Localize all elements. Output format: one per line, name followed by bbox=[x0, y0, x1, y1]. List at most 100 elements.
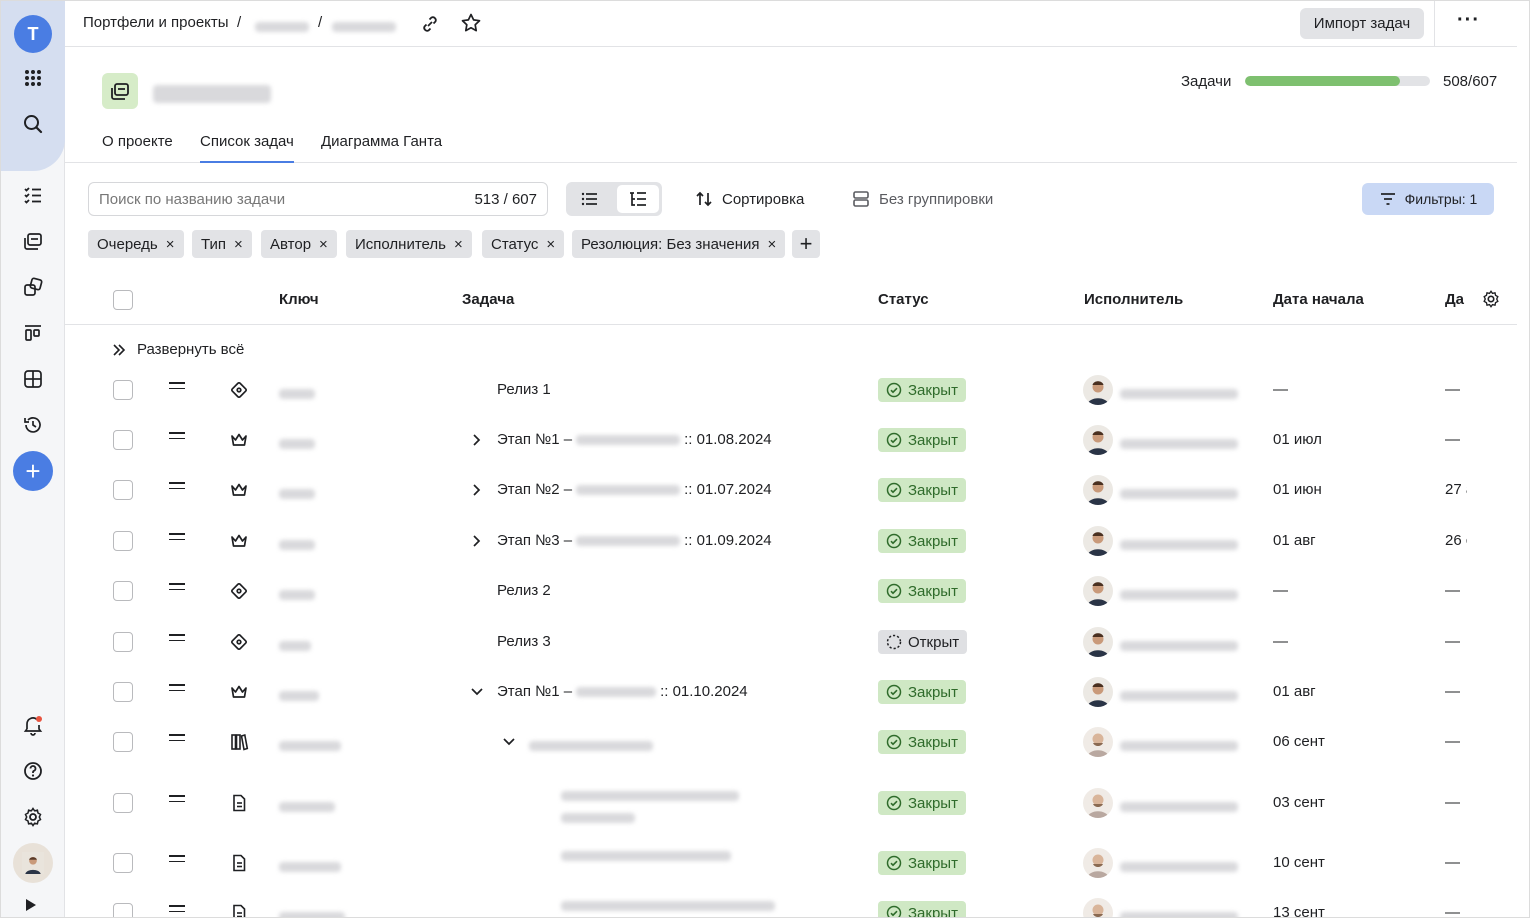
assignee-name[interactable] bbox=[1120, 798, 1238, 815]
settings-icon[interactable] bbox=[13, 797, 53, 837]
drag-handle-icon[interactable] bbox=[169, 630, 185, 645]
breadcrumb-portfolio[interactable] bbox=[255, 18, 309, 35]
drag-handle-icon[interactable] bbox=[169, 901, 185, 916]
expand-all-button[interactable]: Развернуть всё bbox=[111, 341, 244, 358]
create-button[interactable]: + bbox=[13, 451, 53, 491]
projects-icon[interactable] bbox=[13, 267, 53, 307]
apps-grid-icon[interactable] bbox=[13, 58, 53, 98]
tree-view-button[interactable] bbox=[617, 185, 659, 213]
notifications-icon[interactable] bbox=[13, 705, 53, 745]
drag-handle-icon[interactable] bbox=[169, 378, 185, 393]
chip-close-icon[interactable]: × bbox=[234, 236, 243, 253]
task-title[interactable]: Релиз 1 bbox=[497, 381, 551, 398]
row-checkbox[interactable] bbox=[113, 581, 133, 601]
status-badge[interactable]: Открыт bbox=[878, 630, 968, 654]
tab-gantt[interactable]: Диаграмма Ганта bbox=[321, 133, 442, 163]
column-status[interactable]: Статус bbox=[878, 291, 929, 308]
search-icon[interactable] bbox=[13, 104, 53, 144]
task-key[interactable] bbox=[279, 737, 341, 754]
drag-handle-icon[interactable] bbox=[169, 428, 185, 443]
task-key[interactable] bbox=[279, 908, 345, 917]
tab-about[interactable]: О проекте bbox=[102, 133, 173, 163]
assignee-name[interactable] bbox=[1120, 858, 1238, 875]
chip-close-icon[interactable]: × bbox=[546, 236, 555, 253]
row-checkbox[interactable] bbox=[113, 531, 133, 551]
assignee-name[interactable] bbox=[1120, 687, 1238, 704]
status-badge[interactable]: Закрыт bbox=[878, 680, 966, 704]
chip-author[interactable]: Автор × bbox=[261, 230, 337, 258]
dashboards-icon[interactable] bbox=[13, 359, 53, 399]
assignee-name[interactable] bbox=[1120, 536, 1238, 553]
task-key[interactable] bbox=[279, 536, 315, 553]
column-task[interactable]: Задача bbox=[462, 291, 514, 308]
assignee-name[interactable] bbox=[1120, 737, 1238, 754]
copy-link-icon[interactable] bbox=[419, 13, 441, 38]
status-badge[interactable]: Закрыт bbox=[878, 428, 966, 452]
task-title[interactable]: Релиз 3 bbox=[497, 633, 551, 650]
column-key[interactable]: Ключ bbox=[279, 291, 319, 308]
status-badge[interactable]: Закрыт bbox=[878, 478, 966, 502]
task-key[interactable] bbox=[279, 385, 315, 402]
grouping-button[interactable]: Без группировки bbox=[851, 189, 993, 209]
expand-row-icon[interactable] bbox=[469, 482, 485, 502]
tracker-logo[interactable]: T bbox=[14, 15, 52, 53]
task-list-icon[interactable] bbox=[13, 175, 53, 215]
row-checkbox[interactable] bbox=[113, 430, 133, 450]
expand-row-icon[interactable] bbox=[469, 432, 485, 452]
task-key[interactable] bbox=[279, 485, 315, 502]
assignee-name[interactable] bbox=[1120, 586, 1238, 603]
task-key[interactable] bbox=[279, 435, 315, 452]
status-badge[interactable]: Закрыт bbox=[878, 378, 966, 402]
chip-resolution[interactable]: Резолюция: Без значения × bbox=[572, 230, 786, 258]
assignee-name[interactable] bbox=[1120, 637, 1238, 654]
row-checkbox[interactable] bbox=[113, 480, 133, 500]
task-key[interactable] bbox=[279, 858, 341, 875]
help-icon[interactable] bbox=[13, 751, 53, 791]
row-checkbox[interactable] bbox=[113, 380, 133, 400]
assignee-name[interactable] bbox=[1120, 908, 1238, 917]
task-key[interactable] bbox=[279, 798, 335, 815]
task-title[interactable] bbox=[561, 847, 731, 864]
portfolios-icon[interactable] bbox=[13, 221, 53, 261]
drag-handle-icon[interactable] bbox=[169, 851, 185, 866]
chip-close-icon[interactable]: × bbox=[166, 236, 175, 253]
column-start-date[interactable]: Дата начала bbox=[1273, 291, 1364, 308]
drag-handle-icon[interactable] bbox=[169, 579, 185, 594]
chip-queue[interactable]: Очередь × bbox=[88, 230, 184, 258]
search-input[interactable]: Поиск по названию задачи 513 / 607 bbox=[88, 182, 548, 216]
task-key[interactable] bbox=[279, 637, 311, 654]
expand-row-icon[interactable] bbox=[469, 533, 485, 553]
chip-status[interactable]: Статус × bbox=[482, 230, 565, 258]
row-checkbox[interactable] bbox=[113, 853, 133, 873]
status-badge[interactable]: Закрыт bbox=[878, 730, 966, 754]
task-title[interactable]: Релиз 2 bbox=[497, 582, 551, 599]
tab-task-list[interactable]: Список задач bbox=[200, 133, 294, 163]
row-checkbox[interactable] bbox=[113, 682, 133, 702]
task-key[interactable] bbox=[279, 687, 319, 704]
chip-close-icon[interactable]: × bbox=[768, 236, 777, 253]
filters-button[interactable]: Фильтры: 1 bbox=[1362, 183, 1494, 215]
assignee-name[interactable] bbox=[1120, 435, 1238, 452]
column-assignee[interactable]: Исполнитель bbox=[1084, 291, 1183, 308]
chip-assignee[interactable]: Исполнитель × bbox=[346, 230, 472, 258]
task-title[interactable] bbox=[529, 737, 653, 754]
chip-type[interactable]: Тип × bbox=[192, 230, 252, 258]
task-key[interactable] bbox=[279, 586, 315, 603]
drag-handle-icon[interactable] bbox=[169, 730, 185, 745]
chip-close-icon[interactable]: × bbox=[319, 236, 328, 253]
import-tasks-button[interactable]: Импорт задач bbox=[1300, 8, 1424, 39]
sort-button[interactable]: Сортировка bbox=[694, 189, 804, 209]
flat-list-view-button[interactable] bbox=[569, 185, 611, 213]
assignee-name[interactable] bbox=[1120, 385, 1238, 402]
favorite-star-icon[interactable] bbox=[460, 12, 482, 37]
boards-icon[interactable] bbox=[13, 313, 53, 353]
column-due-date[interactable]: Да bbox=[1445, 291, 1464, 308]
chip-close-icon[interactable]: × bbox=[454, 236, 463, 253]
status-badge[interactable]: Закрыт bbox=[878, 901, 966, 917]
task-title[interactable]: Этап №1 –:: 01.10.2024 bbox=[497, 683, 748, 700]
status-badge[interactable]: Закрыт bbox=[878, 851, 966, 875]
select-all-checkbox[interactable] bbox=[113, 290, 133, 310]
collapse-row-icon[interactable] bbox=[469, 684, 485, 704]
add-filter-button[interactable]: + bbox=[792, 230, 820, 258]
history-icon[interactable] bbox=[13, 405, 53, 445]
